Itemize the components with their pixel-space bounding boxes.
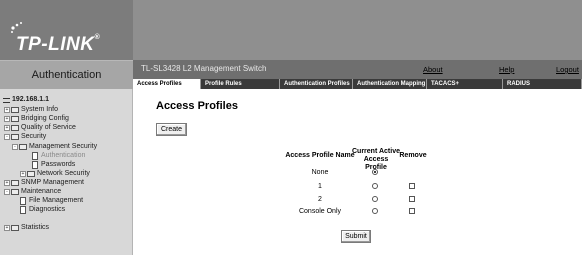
- profile-name-cell: 1: [318, 183, 322, 190]
- profile-name-cell: None: [311, 169, 329, 176]
- sidebar-item-quality-of-service[interactable]: + Quality of Service: [4, 124, 76, 132]
- collapse-icon[interactable]: -: [4, 189, 10, 195]
- sidebar-item-diagnostics[interactable]: Diagnostics: [20, 206, 65, 214]
- profile-name-cell: 2: [318, 196, 322, 203]
- main-content: Access Profiles Create Access Profile Na…: [134, 89, 582, 255]
- brand-name: TP-LINK: [16, 34, 95, 55]
- remove-checkbox[interactable]: [409, 196, 415, 202]
- sidebar-item-bridging-config[interactable]: + Bridging Config: [4, 115, 69, 123]
- sidebar-item-authentication[interactable]: Authentication: [32, 152, 85, 160]
- device-icon: [3, 97, 10, 103]
- column-header-profile-name: Access Profile Name: [285, 152, 355, 159]
- tab-bar: Access Profiles Profile Rules Authentica…: [133, 79, 582, 89]
- folder-open-icon: [19, 144, 27, 150]
- folder-icon: [11, 125, 19, 131]
- expand-icon[interactable]: +: [4, 107, 10, 113]
- page-title: Access Profiles: [156, 100, 238, 112]
- top-bar: TL-SL3428 L2 Management Switch About Hel…: [133, 60, 582, 79]
- submit-button[interactable]: Submit: [341, 230, 371, 243]
- tab-profile-rules[interactable]: Profile Rules: [201, 79, 280, 89]
- sidebar-item-label: System Info: [21, 106, 58, 113]
- section-title: Authentication: [0, 60, 133, 89]
- tab-tacacs[interactable]: TACACS+: [427, 79, 503, 89]
- column-header-remove: Remove: [399, 152, 427, 159]
- logo-area: TP-LINK®: [0, 0, 133, 60]
- remove-checkbox[interactable]: [409, 183, 415, 189]
- sidebar-root-label: 192.168.1.1: [12, 96, 49, 103]
- header-banner: TP-LINK®: [0, 0, 582, 60]
- collapse-icon[interactable]: -: [12, 144, 18, 150]
- sidebar-item-passwords[interactable]: Passwords: [32, 161, 75, 169]
- page-icon: [20, 197, 26, 205]
- remove-checkbox[interactable]: [409, 208, 415, 214]
- sidebar-item-security[interactable]: - Security: [4, 133, 46, 141]
- sidebar-item-label: Passwords: [41, 161, 76, 168]
- sidebar-item-statistics[interactable]: + Statistics: [4, 224, 49, 232]
- tab-authentication-profiles[interactable]: Authentication Profiles: [280, 79, 353, 89]
- folder-icon: [27, 171, 35, 177]
- folder-icon: [11, 107, 19, 113]
- page-icon: [32, 152, 38, 160]
- sidebar-item-label: Management Security: [29, 143, 98, 150]
- sidebar-tree: 192.168.1.1 + System Info + Bridging Confi…: [0, 89, 133, 255]
- sidebar-item-label: SNMP Management: [21, 179, 84, 186]
- about-link[interactable]: About: [423, 65, 443, 74]
- sidebar-item-snmp-management[interactable]: + SNMP Management: [4, 179, 84, 187]
- expand-icon[interactable]: +: [4, 225, 10, 231]
- page-icon: [32, 161, 38, 169]
- active-profile-radio[interactable]: [372, 196, 378, 202]
- help-link[interactable]: Help: [499, 65, 514, 74]
- sidebar-item-management-security[interactable]: - Management Security: [12, 143, 97, 151]
- logo-dots-icon: [11, 22, 22, 33]
- folder-open-icon: [11, 189, 19, 195]
- expand-icon[interactable]: +: [4, 116, 10, 122]
- tab-authentication-mapping[interactable]: Authentication Mapping: [353, 79, 427, 89]
- folder-open-icon: [11, 134, 19, 140]
- sidebar-root[interactable]: 192.168.1.1: [3, 96, 49, 104]
- active-profile-radio[interactable]: [372, 169, 378, 175]
- tab-radius[interactable]: RADIUS: [503, 79, 582, 89]
- brand-trademark: ®: [94, 34, 101, 41]
- expand-icon[interactable]: +: [4, 125, 10, 131]
- profile-name-cell: Console Only: [298, 208, 342, 215]
- folder-icon: [11, 116, 19, 122]
- logout-link[interactable]: Logout: [556, 65, 579, 74]
- brand-logo: TP-LINK®: [16, 34, 100, 56]
- sidebar-item-label: File Management: [29, 197, 84, 204]
- sidebar-item-label: Diagnostics: [29, 206, 66, 213]
- sidebar-item-label: Security: [21, 133, 47, 140]
- sidebar-item-network-security[interactable]: + Network Security: [20, 170, 90, 178]
- sidebar-item-label: Authentication: [41, 152, 86, 159]
- folder-icon: [11, 180, 19, 186]
- sidebar-item-label: Quality of Service: [21, 124, 76, 131]
- sidebar-item-system-info[interactable]: + System Info: [4, 106, 58, 114]
- folder-icon: [11, 225, 19, 231]
- switch-title: TL-SL3428 L2 Management Switch: [141, 64, 267, 73]
- sidebar-item-label: Network Security: [37, 170, 90, 177]
- create-button[interactable]: Create: [156, 123, 187, 136]
- sidebar-item-label: Maintenance: [21, 188, 62, 195]
- expand-icon[interactable]: +: [4, 180, 10, 186]
- expand-icon[interactable]: +: [20, 171, 26, 177]
- active-profile-radio[interactable]: [372, 183, 378, 189]
- active-profile-radio[interactable]: [372, 208, 378, 214]
- page-icon: [20, 206, 26, 214]
- sidebar-item-label: Statistics: [21, 224, 50, 231]
- sidebar-item-label: Bridging Config: [21, 115, 69, 122]
- tab-access-profiles[interactable]: Access Profiles: [133, 79, 201, 89]
- sidebar-item-maintenance[interactable]: - Maintenance: [4, 188, 61, 196]
- sidebar-item-file-management[interactable]: File Management: [20, 197, 83, 205]
- collapse-icon[interactable]: -: [4, 134, 10, 140]
